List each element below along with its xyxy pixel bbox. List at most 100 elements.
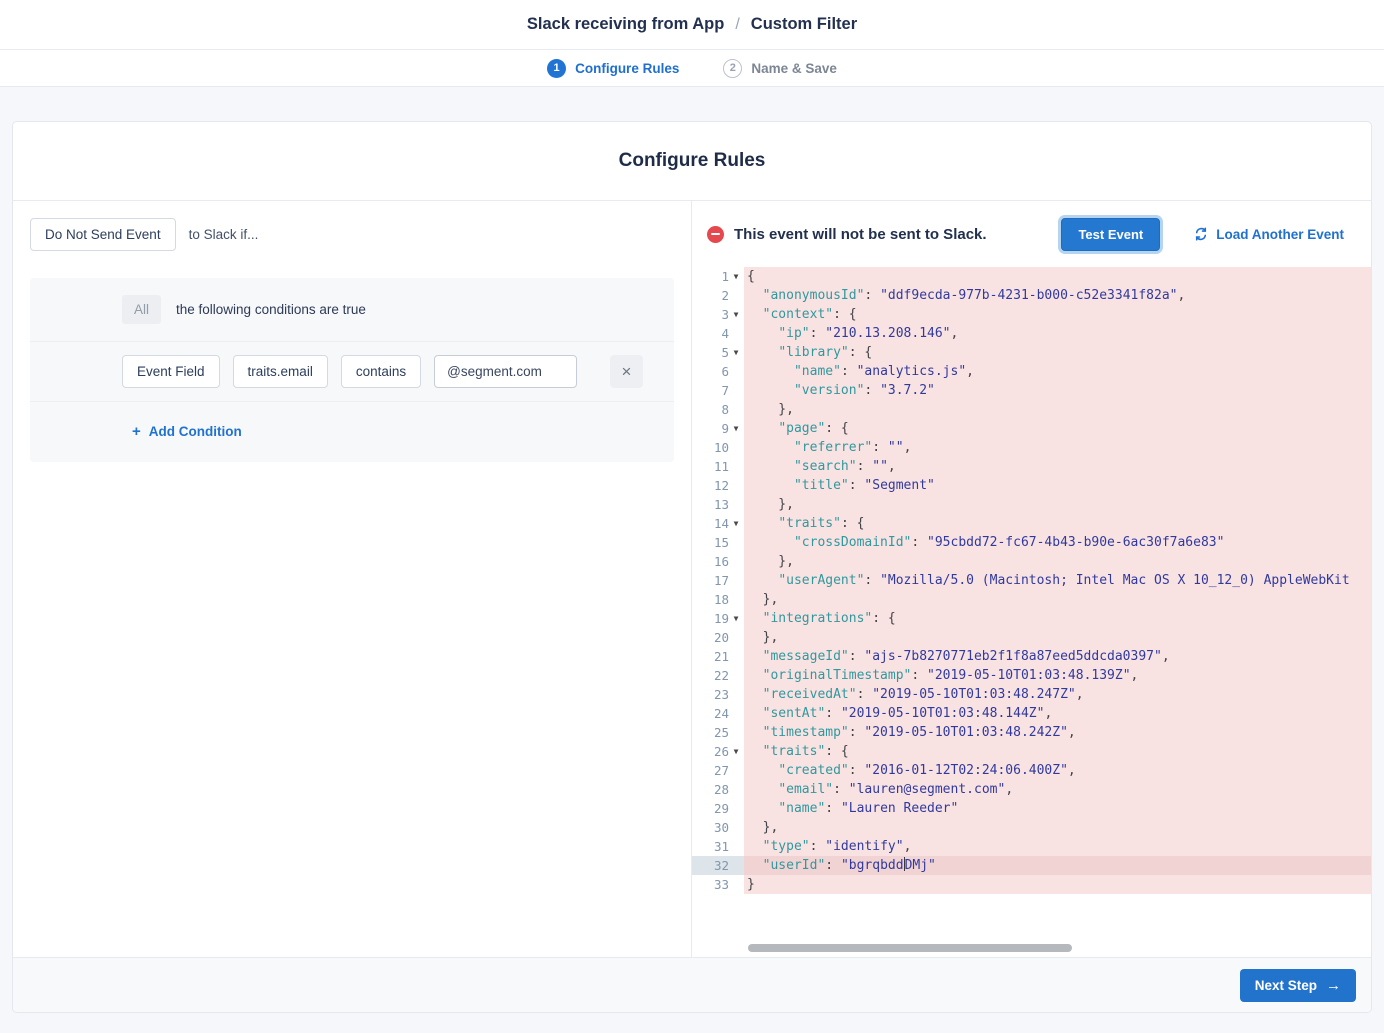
code-line[interactable]: "email": "lauren@segment.com", (744, 780, 1371, 799)
code-line[interactable]: "crossDomainId": "95cbdd72-fc67-4b43-b90… (744, 533, 1371, 552)
code-line[interactable]: "title": "Segment" (744, 476, 1371, 495)
gutter-line-number[interactable]: 24 (692, 704, 744, 723)
code-line[interactable]: "type": "identify", (744, 837, 1371, 856)
load-another-event-link[interactable]: Load Another Event (1194, 227, 1344, 242)
code-line[interactable]: }, (744, 552, 1371, 571)
gutter-line-number[interactable]: 12 (692, 476, 744, 495)
code-line[interactable]: "search": "", (744, 457, 1371, 476)
gutter-line-number[interactable]: 2 (692, 286, 744, 305)
condition-row: Event Field traits.email contains × (30, 341, 674, 401)
gutter-line-number[interactable]: 23 (692, 685, 744, 704)
event-status-text: This event will not be sent to Slack. (734, 226, 987, 243)
code-line[interactable]: }, (744, 590, 1371, 609)
gutter-line-number[interactable]: 6 (692, 362, 744, 381)
gutter-line-number[interactable]: 20 (692, 628, 744, 647)
next-step-label: Next Step (1255, 978, 1317, 993)
gutter-line-number[interactable]: 32 (692, 856, 744, 875)
code-line[interactable]: "receivedAt": "2019-05-10T01:03:48.247Z"… (744, 685, 1371, 704)
gutter-line-number[interactable]: 31 (692, 837, 744, 856)
code-line[interactable]: "userAgent": "Mozilla/5.0 (Macintosh; In… (744, 571, 1371, 590)
horizontal-scrollbar-thumb[interactable] (748, 944, 1072, 952)
gutter-line-number[interactable]: 9▼ (692, 419, 744, 438)
fold-arrow-icon[interactable]: ▼ (729, 609, 743, 628)
code-line[interactable]: "page": { (744, 419, 1371, 438)
gutter-line-number[interactable]: 28 (692, 780, 744, 799)
code-line[interactable]: } (744, 875, 1371, 894)
gutter-line-number[interactable]: 16 (692, 552, 744, 571)
gutter-line-number[interactable]: 27 (692, 761, 744, 780)
rule-builder-panel: Do Not Send Event to Slack if... All the… (13, 201, 692, 957)
action-selector-button[interactable]: Do Not Send Event (30, 218, 176, 251)
code-line[interactable]: "messageId": "ajs-7b8270771eb2f1f8a87eed… (744, 647, 1371, 666)
field-type-button[interactable]: Event Field (122, 355, 220, 388)
code-line[interactable]: "name": "Lauren Reeder" (744, 799, 1371, 818)
gutter-line-number[interactable]: 17 (692, 571, 744, 590)
json-editor[interactable]: 1▼23▼45▼6789▼1011121314▼1516171819▼20212… (692, 267, 1371, 957)
gutter-line-number[interactable]: 21 (692, 647, 744, 666)
gutter-line-number[interactable]: 13 (692, 495, 744, 514)
gutter-line-number[interactable]: 4 (692, 324, 744, 343)
gutter-line-number[interactable]: 7 (692, 381, 744, 400)
code-line[interactable]: }, (744, 818, 1371, 837)
code-line[interactable]: }, (744, 400, 1371, 419)
code-line[interactable]: "traits": { (744, 742, 1371, 761)
gutter-line-number[interactable]: 33 (692, 875, 744, 894)
code-line[interactable]: }, (744, 495, 1371, 514)
test-event-button[interactable]: Test Event (1061, 218, 1160, 251)
fold-arrow-icon[interactable]: ▼ (729, 267, 743, 286)
gutter-line-number[interactable]: 25 (692, 723, 744, 742)
code-line[interactable]: "name": "analytics.js", (744, 362, 1371, 381)
field-path-button[interactable]: traits.email (233, 355, 328, 388)
gutter-line-number[interactable]: 29 (692, 799, 744, 818)
add-condition-button[interactable]: + Add Condition (132, 423, 242, 440)
fold-arrow-icon[interactable]: ▼ (729, 305, 743, 324)
code-line[interactable]: "timestamp": "2019-05-10T01:03:48.242Z", (744, 723, 1371, 742)
code-line[interactable]: "userId": "bgrqbddDMj" (744, 856, 1371, 875)
fold-arrow-icon[interactable]: ▼ (729, 514, 743, 533)
breadcrumb-primary[interactable]: Slack receiving from App (527, 15, 724, 34)
code-line[interactable]: "traits": { (744, 514, 1371, 533)
gutter-line-number[interactable]: 15 (692, 533, 744, 552)
code-line[interactable]: "anonymousId": "ddf9ecda-977b-4231-b000-… (744, 286, 1371, 305)
code-line[interactable]: "ip": "210.13.208.146", (744, 324, 1371, 343)
gutter-line-number[interactable]: 19▼ (692, 609, 744, 628)
condition-value-input[interactable] (434, 355, 577, 388)
gutter-line-number[interactable]: 11 (692, 457, 744, 476)
code-line[interactable]: "sentAt": "2019-05-10T01:03:48.144Z", (744, 704, 1371, 723)
operator-button[interactable]: contains (341, 355, 421, 388)
preview-header: This event will not be sent to Slack. Te… (692, 201, 1371, 267)
code-line[interactable]: "created": "2016-01-12T02:24:06.400Z", (744, 761, 1371, 780)
gutter-line-number[interactable]: 5▼ (692, 343, 744, 362)
step-name-save[interactable]: 2 Name & Save (723, 59, 837, 78)
editor-code[interactable]: { "anonymousId": "ddf9ecda-977b-4231-b00… (744, 267, 1371, 957)
gutter-line-number[interactable]: 26▼ (692, 742, 744, 761)
gutter-line-number[interactable]: 14▼ (692, 514, 744, 533)
next-step-button[interactable]: Next Step → (1240, 969, 1356, 1002)
plus-icon: + (132, 423, 141, 440)
load-another-event-label: Load Another Event (1216, 227, 1344, 242)
match-type-badge[interactable]: All (122, 295, 161, 324)
code-line[interactable]: "integrations": { (744, 609, 1371, 628)
fold-arrow-icon[interactable]: ▼ (729, 742, 743, 761)
fold-arrow-icon[interactable]: ▼ (729, 419, 743, 438)
code-line[interactable]: "originalTimestamp": "2019-05-10T01:03:4… (744, 666, 1371, 685)
code-line[interactable]: "library": { (744, 343, 1371, 362)
step-configure-rules[interactable]: 1 Configure Rules (547, 59, 679, 78)
code-line[interactable]: { (744, 267, 1371, 286)
code-line[interactable]: "referrer": "", (744, 438, 1371, 457)
code-line[interactable]: "context": { (744, 305, 1371, 324)
gutter-line-number[interactable]: 3▼ (692, 305, 744, 324)
gutter-line-number[interactable]: 30 (692, 818, 744, 837)
remove-condition-button[interactable]: × (610, 355, 643, 388)
gutter-line-number[interactable]: 18 (692, 590, 744, 609)
condition-group: All the following conditions are true Ev… (30, 278, 674, 462)
code-line[interactable]: }, (744, 628, 1371, 647)
breadcrumb-separator: / (735, 16, 739, 34)
fold-arrow-icon[interactable]: ▼ (729, 343, 743, 362)
page-title: Configure Rules (619, 150, 766, 172)
gutter-line-number[interactable]: 1▼ (692, 267, 744, 286)
gutter-line-number[interactable]: 8 (692, 400, 744, 419)
code-line[interactable]: "version": "3.7.2" (744, 381, 1371, 400)
gutter-line-number[interactable]: 22 (692, 666, 744, 685)
gutter-line-number[interactable]: 10 (692, 438, 744, 457)
